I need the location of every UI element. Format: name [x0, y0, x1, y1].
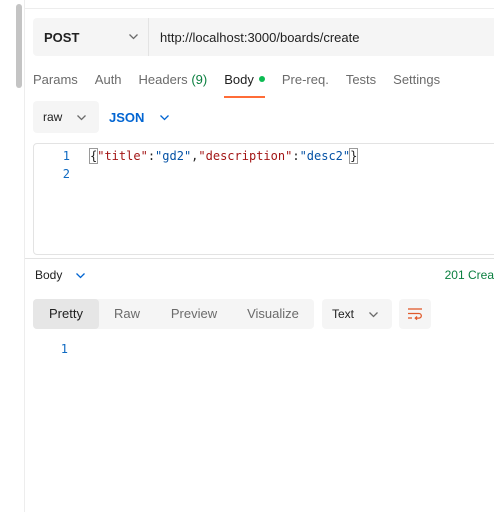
response-format-select[interactable]: Text — [322, 299, 392, 329]
tab-headers[interactable]: Headers (9) — [139, 72, 208, 98]
url-input[interactable]: http://localhost:3000/boards/create — [160, 30, 359, 45]
chevron-down-icon — [160, 115, 169, 121]
scrollbar-thumb[interactable] — [16, 4, 22, 88]
body-mode-label: raw — [43, 110, 63, 124]
chevron-down-icon[interactable] — [75, 270, 86, 281]
line-number: 1 — [62, 149, 70, 163]
tab-prereq[interactable]: Pre-req. — [282, 72, 329, 98]
method-label: POST — [44, 29, 80, 45]
response-line-number: 1 — [60, 342, 68, 356]
method-select[interactable]: POST — [33, 18, 149, 56]
tab-settings[interactable]: Settings — [393, 72, 440, 98]
response-view-tabs: Pretty Raw Preview Visualize — [33, 299, 314, 329]
url-bar: POST http://localhost:3000/boards/create — [33, 18, 494, 56]
json-key: "description" — [198, 149, 293, 163]
tab-headers-label: Headers — [138, 72, 188, 87]
section-divider — [25, 258, 494, 259]
json-value: "desc2" — [299, 149, 351, 163]
tab-body[interactable]: Body — [224, 72, 265, 98]
body-indicator-dot — [258, 76, 265, 82]
left-gutter — [0, 0, 25, 512]
response-header: Body 201 Crea — [35, 266, 494, 286]
tab-visualize[interactable]: Visualize — [237, 299, 309, 329]
line-number: 2 — [62, 167, 70, 181]
top-divider — [25, 8, 494, 9]
tab-body-label: Body — [224, 72, 254, 87]
chevron-down-icon — [369, 312, 378, 318]
status-badge[interactable]: 201 Crea — [445, 268, 494, 282]
json-value: "gd2" — [155, 149, 192, 163]
language-label: JSON — [109, 109, 145, 125]
headers-count: (9) — [191, 72, 208, 87]
chevron-down-icon — [77, 115, 86, 121]
chevron-down-icon — [129, 34, 138, 40]
code-line[interactable]: {"title":"gd2","description":"desc2"} — [88, 148, 359, 164]
tab-tests[interactable]: Tests — [346, 72, 376, 98]
response-section-select[interactable]: Body — [35, 268, 62, 282]
json-colon: : — [292, 149, 300, 163]
tab-preview[interactable]: Preview — [159, 299, 229, 329]
json-brace-close: } — [349, 148, 359, 164]
format-label: Text — [332, 307, 355, 321]
request-tabs: Params Auth Headers (9) Body Pre-req. Te… — [33, 72, 457, 98]
tab-raw[interactable]: Raw — [99, 299, 155, 329]
word-wrap-icon — [408, 308, 422, 321]
tab-auth[interactable]: Auth — [95, 72, 122, 98]
request-body-editor[interactable]: 1 2 {"title":"gd2","description":"desc2"… — [33, 143, 494, 255]
json-key: "title" — [97, 149, 148, 163]
body-mode-row: raw JSON — [33, 101, 494, 133]
language-select[interactable]: JSON — [109, 101, 169, 133]
tab-pretty[interactable]: Pretty — [33, 299, 99, 329]
json-colon: : — [147, 149, 156, 163]
body-mode-select[interactable]: raw — [33, 101, 99, 133]
word-wrap-button[interactable] — [399, 299, 431, 329]
tab-params[interactable]: Params — [33, 72, 78, 98]
